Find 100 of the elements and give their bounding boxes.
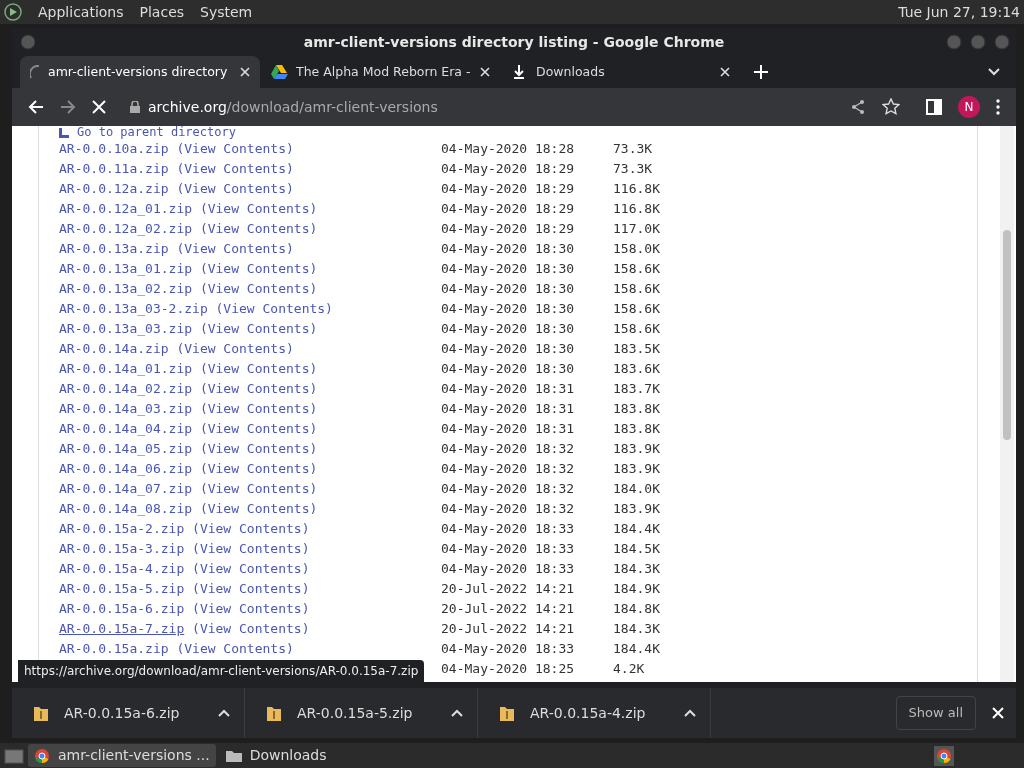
size-cell-text: 184.4K [613, 520, 660, 538]
view-contents-link[interactable]: (View Contents) [176, 341, 294, 356]
back-icon[interactable] [28, 99, 44, 115]
view-contents-link[interactable]: (View Contents) [176, 181, 294, 196]
date-cell-text: 04-May-2020 18:29 [441, 160, 576, 178]
view-contents-link[interactable]: (View Contents) [199, 501, 318, 516]
file-link[interactable]: AR-0.0.12a.zip [59, 181, 169, 196]
view-contents-link[interactable]: (View Contents) [192, 581, 310, 596]
scrollbar[interactable] [1000, 126, 1014, 682]
view-contents-link[interactable]: (View Contents) [192, 621, 310, 636]
chevron-up-icon[interactable] [684, 709, 696, 717]
view-contents-link[interactable]: (View Contents) [199, 281, 318, 296]
file-link[interactable]: AR-0.0.14a.zip [59, 341, 169, 356]
size-cell-text: 183.8K [613, 400, 660, 418]
close-icon[interactable] [720, 67, 730, 77]
file-link[interactable]: AR-0.0.14a_06.zip [59, 461, 193, 476]
view-contents-link[interactable]: (View Contents) [176, 161, 294, 176]
file-link[interactable]: AR-0.0.15a-6.zip [59, 601, 185, 616]
view-contents-link[interactable]: (View Contents) [199, 461, 318, 476]
panel-menu[interactable]: System [200, 1, 253, 23]
browser-tab[interactable]: amr-client-versions directory [20, 56, 260, 88]
new-tab-icon[interactable] [754, 65, 768, 79]
address-bar[interactable]: archive.org/download/amr-client-versions [130, 96, 834, 118]
view-contents-link[interactable]: (View Contents) [199, 441, 318, 456]
show-desktop-icon[interactable] [4, 746, 24, 765]
chrome-icon [34, 747, 50, 764]
view-contents-link[interactable]: (View Contents) [199, 221, 318, 236]
file-link[interactable]: AR-0.0.14a_02.zip [59, 381, 193, 396]
file-link[interactable]: AR-0.0.14a_03.zip [59, 401, 193, 416]
file-link[interactable]: AR-0.0.13a_03.zip [59, 321, 193, 336]
file-link[interactable]: AR-0.0.15a-3.zip [59, 541, 185, 556]
tab-search-icon[interactable] [988, 68, 1000, 76]
file-link[interactable]: AR-0.0.14a_07.zip [59, 481, 193, 496]
view-contents-link[interactable]: (View Contents) [176, 141, 294, 156]
view-contents-link[interactable]: (View Contents) [192, 541, 310, 556]
panel-menu[interactable]: Applications [38, 1, 124, 23]
file-link[interactable]: AR-0.0.14a_05.zip [59, 441, 193, 456]
view-contents-link[interactable]: (View Contents) [199, 401, 318, 416]
view-contents-link[interactable]: (View Contents) [176, 241, 294, 256]
view-contents-link[interactable]: (View Contents) [215, 301, 333, 316]
chevron-up-icon[interactable] [451, 709, 463, 717]
parent-directory-link[interactable]: Go to parent directory [59, 126, 236, 139]
scrollbar-thumb[interactable] [1003, 230, 1011, 440]
file-link[interactable]: AR-0.0.13a_01.zip [59, 261, 193, 276]
view-contents-link[interactable]: (View Contents) [192, 561, 310, 576]
size-cell-text: 183.9K [613, 500, 660, 518]
view-contents-link[interactable]: (View Contents) [176, 641, 294, 656]
view-contents-link[interactable]: (View Contents) [199, 381, 318, 396]
file-link[interactable]: AR-0.0.15a-2.zip [59, 521, 185, 536]
date-cell-text: 04-May-2020 18:30 [441, 280, 576, 298]
file-link[interactable]: AR-0.0.14a_08.zip [59, 501, 193, 516]
forward-icon[interactable] [60, 99, 76, 115]
browser-tab[interactable]: The Alpha Mod Reborn Era - [260, 56, 500, 88]
tab-title: The Alpha Mod Reborn Era - [296, 62, 472, 81]
size-cell-text: 4.2K [613, 660, 645, 678]
date-cell-text: 04-May-2020 18:25 [441, 660, 576, 678]
file-link[interactable]: AR-0.0.15a-4.zip [59, 561, 185, 576]
download-item[interactable]: AR-0.0.15a-6.zip [12, 688, 245, 738]
view-contents-link[interactable]: (View Contents) [199, 421, 318, 436]
file-link[interactable]: AR-0.0.15a-5.zip [59, 581, 185, 596]
menu-icon[interactable] [996, 99, 1000, 115]
file-link[interactable]: AR-0.0.15a-7.zip [59, 621, 185, 636]
file-link[interactable]: AR-0.0.12a_02.zip [59, 221, 193, 236]
download-item[interactable]: AR-0.0.15a-5.zip [245, 688, 478, 738]
show-all-button[interactable]: Show all [895, 696, 976, 730]
file-link[interactable]: AR-0.0.12a_01.zip [59, 201, 193, 216]
file-link[interactable]: AR-0.0.13a.zip [59, 241, 169, 256]
file-link[interactable]: AR-0.0.14a_04.zip [59, 421, 193, 436]
close-icon[interactable] [240, 67, 250, 77]
share-icon[interactable] [850, 99, 866, 115]
view-contents-link[interactable]: (View Contents) [199, 201, 318, 216]
view-contents-link[interactable]: (View Contents) [199, 481, 318, 496]
date-cell-text: 20-Jul-2022 14:21 [441, 600, 576, 618]
view-contents-link[interactable]: (View Contents) [199, 261, 318, 276]
file-link[interactable]: AR-0.0.11a.zip [59, 161, 169, 176]
file-link[interactable]: AR-0.0.13a_02.zip [59, 281, 193, 296]
panel-menu[interactable]: Places [139, 1, 185, 23]
logo-icon[interactable] [4, 3, 22, 21]
date-cell-text: 04-May-2020 18:31 [441, 400, 576, 418]
date-cell-text: 04-May-2020 18:32 [441, 460, 576, 478]
view-contents-link[interactable]: (View Contents) [199, 361, 318, 376]
view-contents-link[interactable]: (View Contents) [192, 601, 310, 616]
file-link[interactable]: AR-0.0.13a_03-2.zip [59, 301, 208, 316]
taskbar-item[interactable]: amr-client-versions ... [28, 744, 216, 767]
side-panel-icon[interactable] [926, 99, 942, 115]
star-icon[interactable] [882, 98, 900, 116]
browser-tab[interactable]: Downloads [500, 56, 740, 88]
file-link[interactable]: AR-0.0.15a.zip [59, 641, 169, 656]
view-contents-link[interactable]: (View Contents) [192, 521, 310, 536]
view-contents-link[interactable]: (View Contents) [199, 321, 318, 336]
chevron-up-icon[interactable] [218, 709, 230, 717]
download-item[interactable]: AR-0.0.15a-4.zip [478, 688, 711, 738]
close-icon[interactable] [480, 67, 490, 77]
stop-icon[interactable] [92, 100, 106, 114]
file-link[interactable]: AR-0.0.10a.zip [59, 141, 169, 156]
chrome-icon[interactable] [934, 745, 954, 766]
avatar[interactable]: N [958, 96, 980, 118]
taskbar-item[interactable]: Downloads [219, 744, 333, 767]
size-cell-text: 184.8K [613, 600, 660, 618]
file-link[interactable]: AR-0.0.14a_01.zip [59, 361, 193, 376]
